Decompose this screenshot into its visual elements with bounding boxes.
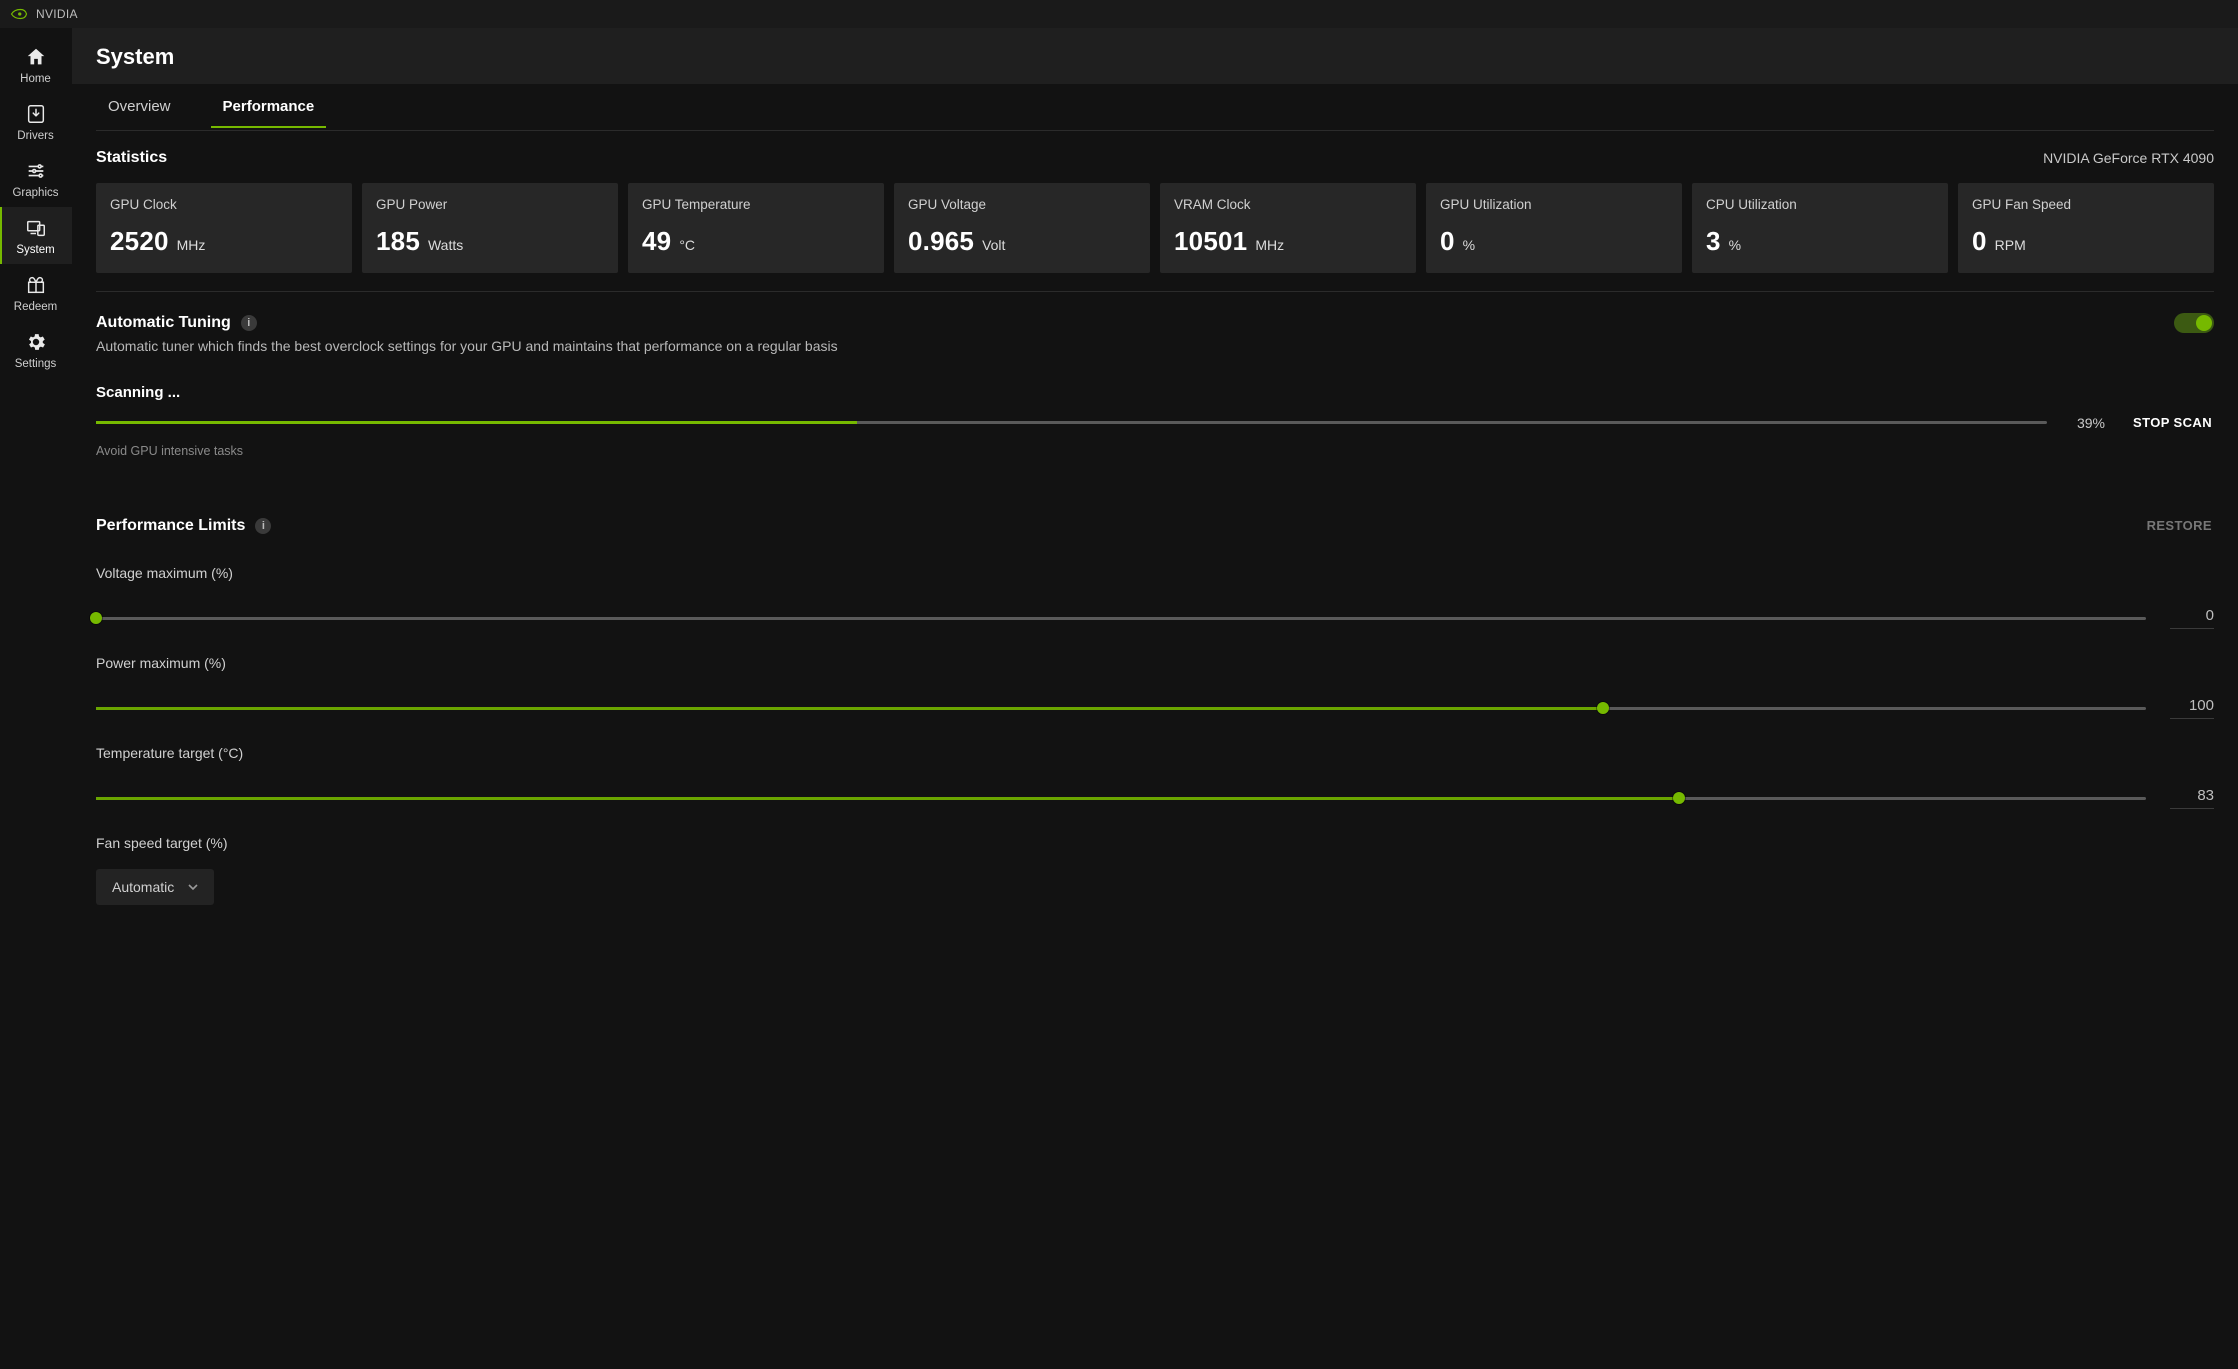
automatic-tuning-description: Automatic tuner which finds the best ove…	[96, 338, 838, 354]
stat-unit: %	[1463, 237, 1475, 253]
stat-label: GPU Power	[376, 197, 604, 212]
automatic-tuning-toggle[interactable]	[2174, 313, 2214, 333]
automatic-tuning-title: Automatic Tuning	[96, 314, 231, 332]
stat-label: GPU Utilization	[1440, 197, 1668, 212]
sliders-icon	[25, 160, 47, 182]
sidebar-item-system[interactable]: System	[0, 207, 72, 264]
tab-bar: Overview Performance	[72, 84, 2238, 128]
voltage-value[interactable]: 0	[2170, 607, 2214, 629]
stat-unit: RPM	[1995, 237, 2026, 253]
restore-button[interactable]: RESTORE	[2145, 512, 2214, 539]
power-slider-label: Power maximum (%)	[96, 655, 2214, 671]
scan-progress-percent: 39%	[2065, 415, 2105, 431]
stat-label: GPU Clock	[110, 197, 338, 212]
fan-speed-selected: Automatic	[112, 879, 174, 895]
sidebar-item-label: System	[16, 244, 54, 256]
stat-unit: %	[1729, 237, 1741, 253]
sidebar-item-redeem[interactable]: Redeem	[0, 264, 72, 321]
stat-unit: Watts	[428, 237, 463, 253]
tab-performance[interactable]: Performance	[211, 84, 327, 128]
gpu-model-label: NVIDIA GeForce RTX 4090	[2043, 150, 2214, 166]
stat-label: VRAM Clock	[1174, 197, 1402, 212]
stat-unit: Volt	[982, 237, 1005, 253]
scan-note: Avoid GPU intensive tasks	[96, 444, 2214, 458]
stat-card: GPU Fan Speed 0 RPM	[1958, 183, 2214, 273]
page-title: System	[96, 44, 2214, 70]
sidebar-item-label: Drivers	[17, 130, 53, 142]
sidebar-item-label: Redeem	[14, 301, 57, 313]
stat-card: GPU Temperature 49 °C	[628, 183, 884, 273]
info-icon[interactable]: i	[241, 315, 257, 331]
voltage-slider-label: Voltage maximum (%)	[96, 565, 2214, 581]
gear-icon	[25, 331, 47, 353]
statistics-title: Statistics	[96, 149, 167, 167]
sidebar-item-home[interactable]: Home	[0, 36, 72, 93]
stat-value: 0.965	[908, 226, 974, 257]
temperature-slider[interactable]	[96, 797, 2146, 800]
sidebar-item-label: Settings	[15, 358, 57, 370]
stat-label: GPU Fan Speed	[1972, 197, 2200, 212]
devices-icon	[25, 217, 47, 239]
stat-value: 0	[1440, 226, 1455, 257]
fan-speed-label: Fan speed target (%)	[96, 835, 2214, 851]
stat-unit: °C	[679, 237, 695, 253]
chevron-down-icon	[188, 882, 198, 892]
main: System Overview Performance Statistics N…	[72, 28, 2238, 1369]
tab-overview[interactable]: Overview	[96, 84, 183, 128]
stat-card: GPU Power 185 Watts	[362, 183, 618, 273]
power-slider[interactable]	[96, 707, 2146, 710]
sidebar-item-settings[interactable]: Settings	[0, 321, 72, 378]
stat-card-grid: GPU Clock 2520 MHz GPU Power 185 Watts GPU Tem…	[96, 183, 2214, 273]
temperature-value[interactable]: 83	[2170, 787, 2214, 809]
page-header: System	[72, 28, 2238, 84]
stop-scan-button[interactable]: STOP SCAN	[2131, 409, 2214, 436]
title-bar: NVIDIA	[0, 0, 2238, 28]
voltage-slider[interactable]	[96, 617, 2146, 620]
stat-unit: MHz	[1255, 237, 1284, 253]
sidebar-item-label: Graphics	[12, 187, 58, 199]
stat-label: GPU Voltage	[908, 197, 1136, 212]
stat-value: 185	[376, 226, 420, 257]
stat-label: CPU Utilization	[1706, 197, 1934, 212]
temperature-slider-label: Temperature target (°C)	[96, 745, 2214, 761]
app-name: NVIDIA	[36, 7, 78, 21]
stat-value: 10501	[1174, 226, 1247, 257]
nvidia-logo-icon	[10, 8, 28, 20]
stat-value: 0	[1972, 226, 1987, 257]
stat-value: 2520	[110, 226, 169, 257]
stat-label: GPU Temperature	[642, 197, 870, 212]
download-box-icon	[25, 103, 47, 125]
fan-speed-dropdown[interactable]: Automatic	[96, 869, 214, 905]
stat-card: VRAM Clock 10501 MHz	[1160, 183, 1416, 273]
stat-card: GPU Voltage 0.965 Volt	[894, 183, 1150, 273]
sidebar-item-graphics[interactable]: Graphics	[0, 150, 72, 207]
stat-card: GPU Clock 2520 MHz	[96, 183, 352, 273]
home-icon	[25, 46, 47, 68]
info-icon[interactable]: i	[255, 518, 271, 534]
sidebar-item-drivers[interactable]: Drivers	[0, 93, 72, 150]
stat-card: CPU Utilization 3%	[1692, 183, 1948, 273]
sidebar-item-label: Home	[20, 73, 51, 85]
stat-card: GPU Utilization 0%	[1426, 183, 1682, 273]
scan-progress-bar	[96, 421, 2047, 424]
power-value[interactable]: 100	[2170, 697, 2214, 719]
scan-status-label: Scanning ...	[96, 384, 2214, 401]
gift-icon	[25, 274, 47, 296]
content-scroll[interactable]: Statistics NVIDIA GeForce RTX 4090 GPU C…	[72, 128, 2238, 1369]
stat-value: 49	[642, 226, 671, 257]
stat-value: 3	[1706, 226, 1721, 257]
sidebar: Home Drivers Graphics System Redeem Sett…	[0, 28, 72, 1369]
stat-unit: MHz	[177, 237, 206, 253]
performance-limits-title: Performance Limits	[96, 517, 245, 535]
